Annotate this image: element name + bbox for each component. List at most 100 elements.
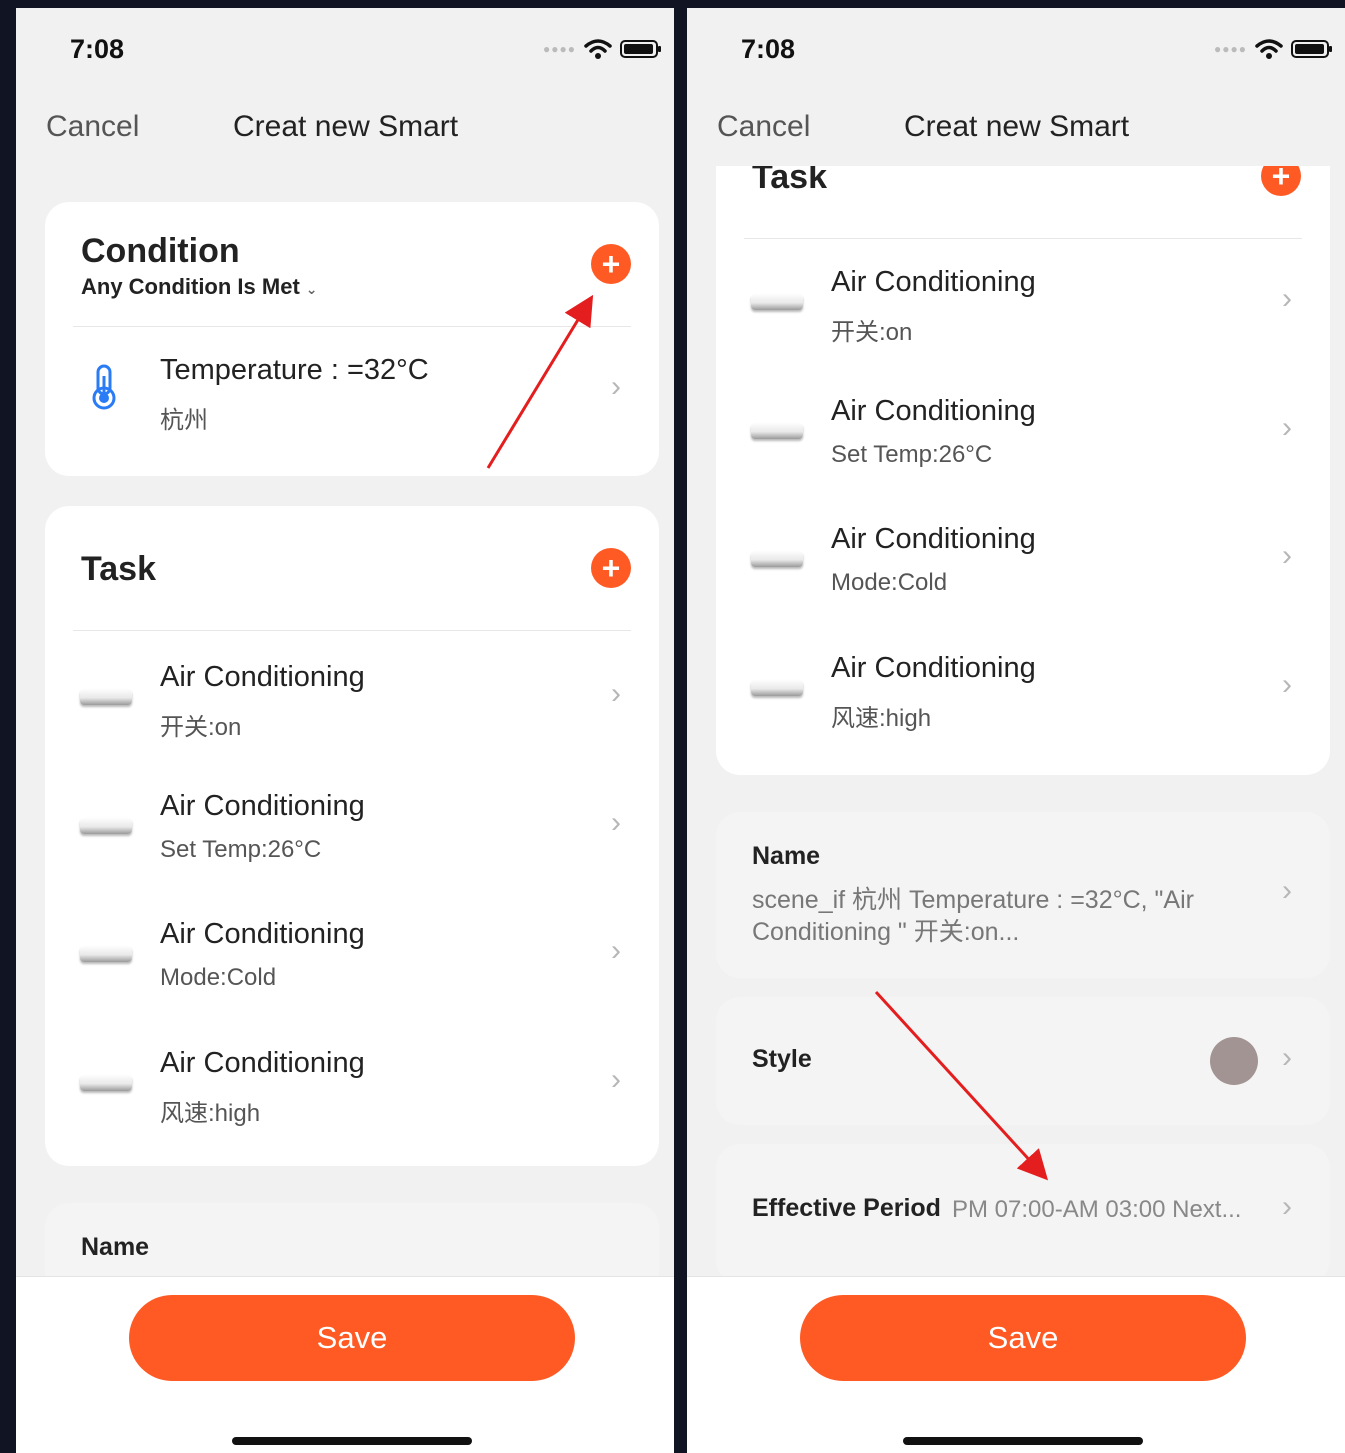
chevron-right-icon: › xyxy=(611,1063,621,1096)
chevron-right-icon: › xyxy=(1282,411,1292,444)
task-item-subtitle: 开关:on xyxy=(831,319,913,346)
cancel-button[interactable]: Cancel xyxy=(46,110,139,144)
task-item-title: Air Conditioning xyxy=(160,790,365,822)
add-task-button[interactable]: + xyxy=(591,548,631,588)
task-item-subtitle: Mode:Cold xyxy=(831,569,948,596)
task-item-title: Air Conditioning xyxy=(831,395,1036,427)
name-label: Name xyxy=(752,842,821,870)
name-value: scene_if 杭州 Temperature : =32°C, "Air Co… xyxy=(752,886,1194,946)
air-conditioner-icon xyxy=(751,294,803,310)
task-item[interactable]: Air Conditioning 风速:high › xyxy=(716,628,1330,748)
air-conditioner-icon xyxy=(751,680,803,696)
bottom-bar: Save xyxy=(687,1276,1345,1453)
task-item[interactable]: Air Conditioning Mode:Cold › xyxy=(45,894,659,1014)
name-label: Name xyxy=(81,1233,150,1261)
signal-icon: ●●●● xyxy=(1214,42,1247,56)
status-icons: ●●●● xyxy=(543,38,661,60)
divider xyxy=(73,630,631,631)
task-item-subtitle: Set Temp:26°C xyxy=(160,836,322,863)
task-card: Task + Air Conditioning 开关:on › Air Cond… xyxy=(45,506,659,1166)
task-item-title: Air Conditioning xyxy=(160,661,365,693)
save-button[interactable]: Save xyxy=(129,1295,575,1381)
task-title: Task xyxy=(81,550,156,588)
air-conditioner-icon xyxy=(80,946,132,962)
air-conditioner-icon xyxy=(80,1075,132,1091)
scroll-view[interactable]: Task + Air Conditioning 开关:on › Air Cond… xyxy=(687,166,1345,1276)
bottom-bar: Save xyxy=(16,1276,674,1453)
page-title: Creat new Smart xyxy=(233,110,459,143)
style-color-swatch xyxy=(1210,1037,1258,1085)
task-item[interactable]: Air Conditioning 风速:high › xyxy=(45,1023,659,1143)
chevron-down-icon: ⌄ xyxy=(305,281,318,297)
chevron-right-icon: › xyxy=(1282,1041,1292,1074)
battery-icon xyxy=(620,40,661,58)
name-card[interactable]: Name scene_if 杭州 Temperature : =32°C, "A… xyxy=(716,812,1330,978)
phone-screen-right: 7:08 ●●●● Cancel Creat new Smart Task + … xyxy=(687,8,1345,1453)
battery-icon xyxy=(1291,40,1332,58)
condition-item-subtitle: 杭州 xyxy=(160,407,208,434)
chevron-right-icon: › xyxy=(611,806,621,839)
divider xyxy=(73,326,631,327)
condition-item[interactable]: Temperature : =32°C 杭州 › xyxy=(45,330,659,450)
task-card: Task + Air Conditioning 开关:on › Air Cond… xyxy=(716,166,1330,775)
home-indicator xyxy=(232,1437,472,1445)
divider xyxy=(744,238,1302,239)
task-item-title: Air Conditioning xyxy=(831,266,1036,298)
chevron-right-icon: › xyxy=(611,677,621,710)
air-conditioner-icon xyxy=(80,818,132,834)
nav-bar: Cancel Creat new Smart xyxy=(687,104,1345,154)
air-conditioner-icon xyxy=(751,551,803,567)
style-label: Style xyxy=(752,1045,812,1073)
save-button[interactable]: Save xyxy=(800,1295,1246,1381)
task-item[interactable]: Air Conditioning Set Temp:26°C › xyxy=(45,766,659,886)
chevron-right-icon: › xyxy=(1282,539,1292,572)
task-item-subtitle: 开关:on xyxy=(160,714,242,741)
chevron-right-icon: › xyxy=(1282,874,1292,907)
status-icons: ●●●● xyxy=(1214,38,1332,60)
effective-period-card[interactable]: Effective Period PM 07:00-AM 03:00 Next.… xyxy=(716,1144,1330,1276)
condition-mode-label: Any Condition Is Met xyxy=(81,274,300,299)
task-title: Task xyxy=(752,166,827,196)
wifi-icon xyxy=(584,39,612,59)
status-time: 7:08 xyxy=(741,34,796,64)
air-conditioner-icon xyxy=(751,423,803,439)
phone-screen-left: 7:08 ●●●● Cancel Creat new Smart Conditi… xyxy=(16,8,674,1453)
condition-title: Condition xyxy=(81,232,240,270)
task-item-title: Air Conditioning xyxy=(160,918,365,950)
condition-card: Condition Any Condition Is Met ⌄ + Temper… xyxy=(45,202,659,476)
wifi-icon xyxy=(1255,39,1283,59)
task-item[interactable]: Air Conditioning 开关:on › xyxy=(716,242,1330,362)
chevron-right-icon: › xyxy=(611,934,621,967)
cancel-button[interactable]: Cancel xyxy=(717,110,810,144)
task-item[interactable]: Air Conditioning Set Temp:26°C › xyxy=(716,371,1330,491)
page-title: Creat new Smart xyxy=(904,110,1130,143)
add-condition-button[interactable]: + xyxy=(591,244,631,284)
status-time: 7:08 xyxy=(70,34,125,64)
task-item-subtitle: Set Temp:26°C xyxy=(831,441,993,468)
task-item-subtitle: 风速:high xyxy=(160,1100,261,1127)
effective-period-label: Effective Period xyxy=(752,1194,941,1222)
status-bar: 7:08 ●●●● xyxy=(16,8,674,88)
condition-mode-select[interactable]: Any Condition Is Met ⌄ xyxy=(81,274,318,300)
add-task-button[interactable]: + xyxy=(1261,166,1301,196)
task-item-subtitle: 风速:high xyxy=(831,705,932,732)
task-item-subtitle: Mode:Cold xyxy=(160,964,277,991)
task-item-title: Air Conditioning xyxy=(831,652,1036,684)
chevron-right-icon: › xyxy=(611,370,621,403)
status-bar: 7:08 ●●●● xyxy=(687,8,1345,88)
air-conditioner-icon xyxy=(80,689,132,705)
signal-icon: ●●●● xyxy=(543,42,576,56)
condition-item-title: Temperature : =32°C xyxy=(160,354,429,386)
home-indicator xyxy=(903,1437,1143,1445)
task-item-title: Air Conditioning xyxy=(160,1047,365,1079)
thermometer-icon xyxy=(92,364,116,410)
chevron-right-icon: › xyxy=(1282,282,1292,315)
task-item-title: Air Conditioning xyxy=(831,523,1036,555)
task-item[interactable]: Air Conditioning Mode:Cold › xyxy=(716,499,1330,619)
chevron-right-icon: › xyxy=(1282,1190,1292,1223)
chevron-right-icon: › xyxy=(1282,668,1292,701)
nav-bar: Cancel Creat new Smart xyxy=(16,104,674,154)
style-card[interactable]: Style › xyxy=(716,997,1330,1125)
effective-period-value: PM 07:00-AM 03:00 Next... xyxy=(952,1196,1242,1223)
task-item[interactable]: Air Conditioning 开关:on › xyxy=(45,637,659,757)
